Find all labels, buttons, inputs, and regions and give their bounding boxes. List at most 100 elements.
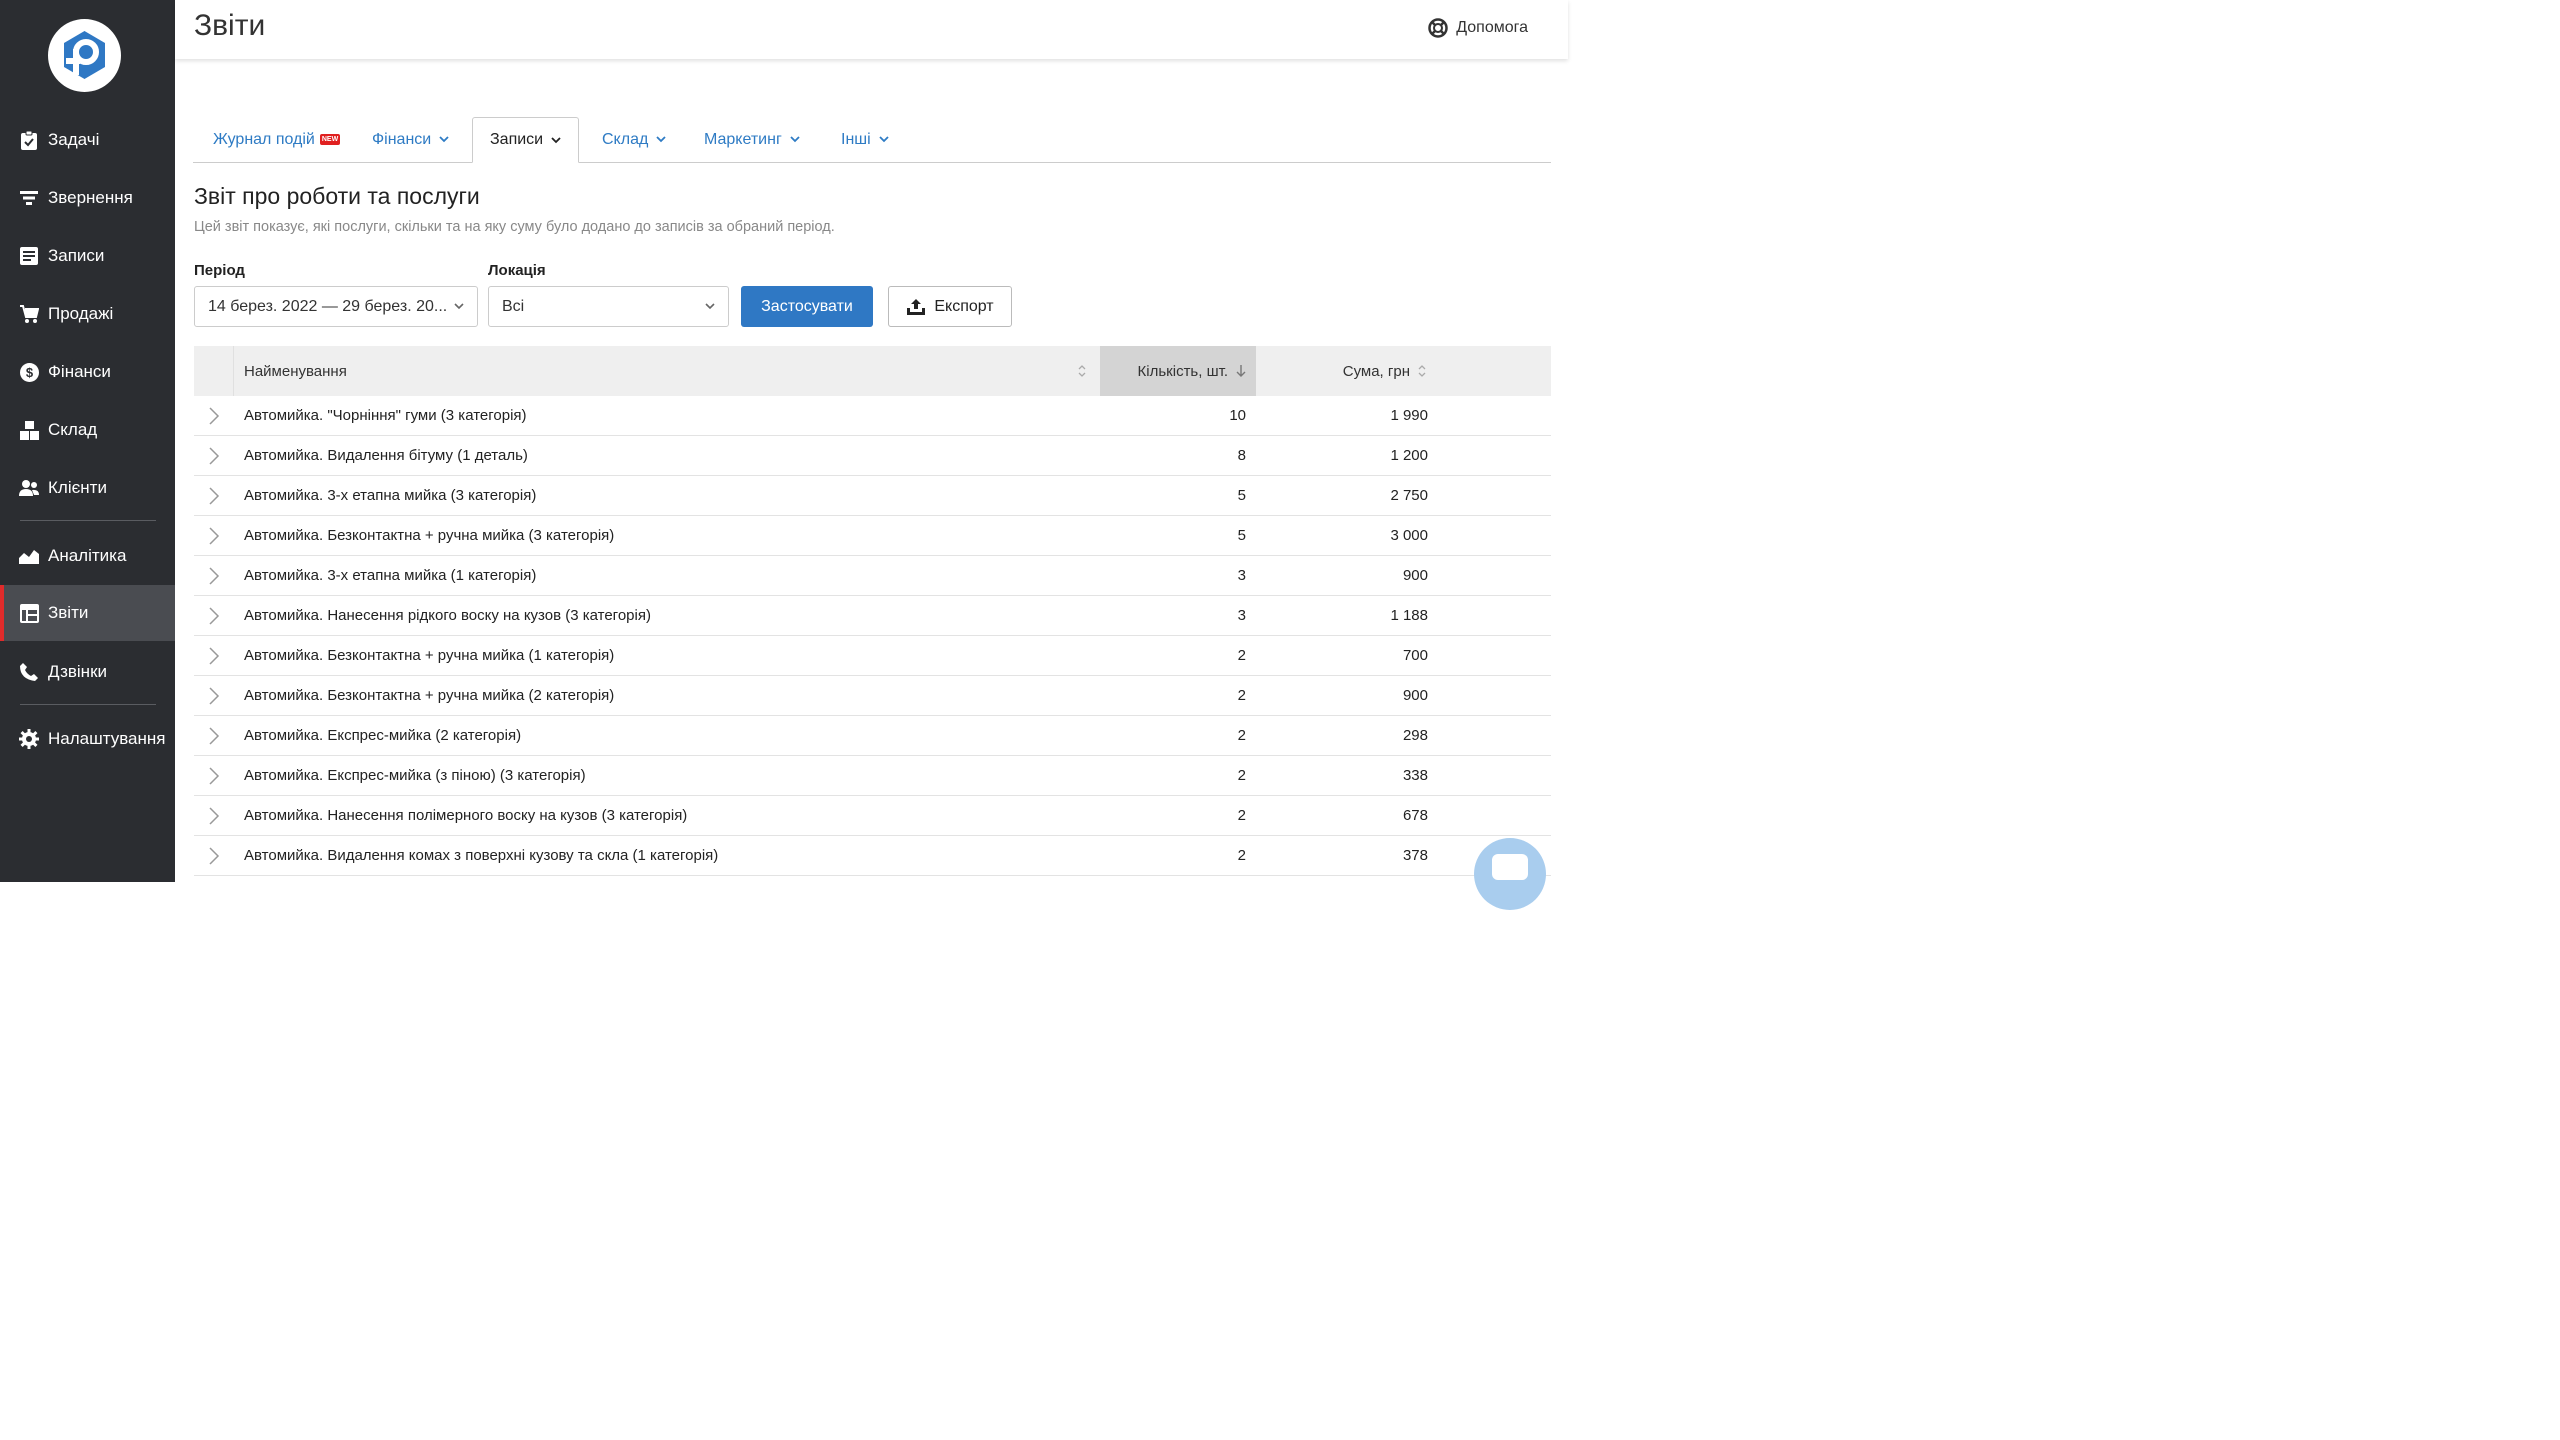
table-row[interactable]: Автомийка. Безконтактна + ручна мийка (1…: [194, 636, 1551, 676]
table-row[interactable]: Автомийка. 3-х етапна мийка (3 категорія…: [194, 476, 1551, 516]
table-row[interactable]: Автомийка. Експрес-мийка (з піною) (3 ка…: [194, 756, 1551, 796]
period-select[interactable]: 14 берез. 2022 — 29 берез. 20...: [194, 286, 478, 327]
cell-sum: 3 000: [1390, 527, 1428, 544]
chevron-right-icon[interactable]: [206, 646, 222, 666]
sidebar-item-label: Склад: [48, 420, 98, 439]
sidebar-item-records[interactable]: Записи: [0, 228, 175, 284]
tab-other[interactable]: Інші: [841, 117, 889, 162]
sidebar-item-requests[interactable]: Звернення: [0, 170, 175, 226]
tab-warehouse[interactable]: Склад: [602, 117, 666, 162]
cell-sum: 1 188: [1390, 607, 1428, 624]
table-row[interactable]: Автомийка. Нанесення рідкого воску на ку…: [194, 596, 1551, 636]
chat-icon: [1492, 854, 1528, 880]
table-row[interactable]: Автомийка. 3-х етапна мийка (1 категорія…: [194, 556, 1551, 596]
help-label: Допомога: [1456, 19, 1528, 36]
cell-quantity: 2: [1237, 767, 1246, 784]
sidebar-item-label: Продажі: [48, 304, 114, 323]
cart-icon: [19, 304, 39, 324]
tab-label: Записи: [490, 131, 544, 148]
tab-event-log[interactable]: Журнал подій NEW: [213, 117, 341, 162]
sidebar-divider: [20, 520, 156, 521]
sidebar-item-reports[interactable]: Звіти: [0, 585, 175, 641]
sidebar-item-label: Записи: [48, 246, 105, 265]
chevron-right-icon[interactable]: [206, 446, 222, 466]
apply-button[interactable]: Застосувати: [741, 286, 873, 327]
cell-name: Автомийка. Експрес-мийка (з піною) (3 ка…: [244, 767, 586, 784]
table-row[interactable]: Автомийка. Видалення бітуму (1 деталь) 8…: [194, 436, 1551, 476]
sidebar-item-label: Налаштування: [48, 729, 166, 748]
column-header-sum[interactable]: Сума, грн: [1256, 346, 1438, 396]
sort-icon: [1078, 365, 1086, 377]
chevron-right-icon[interactable]: [206, 606, 222, 626]
cell-name: Автомийка. Безконтактна + ручна мийка (3…: [244, 527, 615, 544]
boxes-icon: [19, 420, 39, 440]
new-badge: NEW: [319, 134, 341, 145]
sidebar-item-sales[interactable]: Продажі: [0, 286, 175, 342]
column-header-label: Кількість, шт.: [1137, 362, 1228, 380]
clipboard-check-icon: [19, 130, 39, 150]
chevron-right-icon[interactable]: [206, 486, 222, 506]
sidebar-item-tasks[interactable]: Задачі: [0, 112, 175, 168]
period-label: Період: [194, 262, 245, 279]
tab-label: Фінанси: [372, 130, 432, 148]
chevron-right-icon[interactable]: [206, 686, 222, 706]
logo[interactable]: [48, 19, 121, 92]
chevron-right-icon[interactable]: [206, 526, 222, 546]
export-icon: [907, 298, 926, 315]
notes-icon: [19, 246, 39, 266]
table-row[interactable]: Автомийка. Нанесення полімерного воску н…: [194, 796, 1551, 836]
page-title: Звіти: [194, 9, 266, 42]
cell-name: Автомийка. Безконтактна + ручна мийка (1…: [244, 647, 615, 664]
table-row[interactable]: Автомийка. "Чорніння" гуми (3 категорія)…: [194, 396, 1551, 436]
sidebar-item-label: Клієнти: [48, 478, 107, 497]
column-header-name[interactable]: Найменування: [234, 346, 1100, 396]
cell-name: Автомийка. 3-х етапна мийка (3 категорія…: [244, 487, 537, 504]
tab-label: Журнал подій: [213, 130, 315, 148]
chevron-right-icon[interactable]: [206, 726, 222, 746]
table-row[interactable]: Автомийка. Безконтактна + ручна мийка (2…: [194, 676, 1551, 716]
chevron-right-icon[interactable]: [206, 566, 222, 586]
export-button[interactable]: Експорт: [888, 286, 1012, 327]
chevron-right-icon[interactable]: [206, 766, 222, 786]
table-row[interactable]: Автомийка. Безконтактна + ручна мийка (3…: [194, 516, 1551, 556]
sidebar-item-label: Дзвінки: [48, 662, 108, 681]
chevron-right-icon[interactable]: [206, 806, 222, 826]
chevron-right-icon[interactable]: [206, 406, 222, 426]
tab-label: Склад: [602, 130, 649, 148]
tab-finance[interactable]: Фінанси: [372, 117, 449, 162]
cell-sum: 338: [1402, 767, 1428, 784]
chevron-right-icon[interactable]: [206, 846, 222, 866]
sidebar-item-calls[interactable]: Дзвінки: [0, 644, 175, 700]
cell-name: Автомийка. Видалення бітуму (1 деталь): [244, 447, 528, 464]
table-row[interactable]: Автомийка. Експрес-мийка (2 категорія) 2…: [194, 716, 1551, 756]
sidebar-item-warehouse[interactable]: Склад: [0, 402, 175, 458]
tab-label: Інші: [841, 130, 871, 148]
cell-quantity: 5: [1237, 487, 1246, 504]
chevron-down-icon: [656, 136, 666, 143]
cell-name: Автомийка. Нанесення рідкого воску на ку…: [244, 607, 651, 624]
column-header-quantity[interactable]: Кількість, шт.: [1100, 346, 1256, 396]
cell-quantity: 2: [1237, 647, 1246, 664]
sidebar-item-clients[interactable]: Клієнти: [0, 460, 175, 516]
sidebar-item-label: Фінанси: [48, 362, 111, 381]
sidebar-item-settings[interactable]: Налаштування: [0, 711, 175, 767]
cell-quantity: 3: [1237, 567, 1246, 584]
cell-sum: 900: [1402, 567, 1428, 584]
svg-text:$: $: [25, 365, 33, 380]
sidebar-item-analytics[interactable]: Аналітика: [0, 528, 175, 584]
table-row[interactable]: Автомийка. Видалення комах з поверхні ку…: [194, 836, 1551, 876]
cell-sum: 378: [1402, 847, 1428, 864]
chevron-down-icon: [454, 303, 464, 310]
sidebar-item-label: Звернення: [48, 188, 133, 207]
filter-icon: [19, 188, 39, 208]
apply-label: Застосувати: [761, 297, 853, 315]
help-link[interactable]: Допомога: [1428, 18, 1528, 38]
sidebar-item-finance[interactable]: $ Фінанси: [0, 344, 175, 400]
table-header: Найменування Кількість, шт. Сума, грн: [194, 346, 1551, 396]
chat-widget-button[interactable]: [1474, 838, 1546, 910]
tab-marketing[interactable]: Маркетинг: [704, 117, 800, 162]
tab-records[interactable]: Записи: [472, 117, 580, 163]
location-select[interactable]: Всі: [488, 286, 729, 327]
parking-p-logo-icon: [64, 31, 105, 79]
cell-quantity: 8: [1237, 447, 1246, 464]
